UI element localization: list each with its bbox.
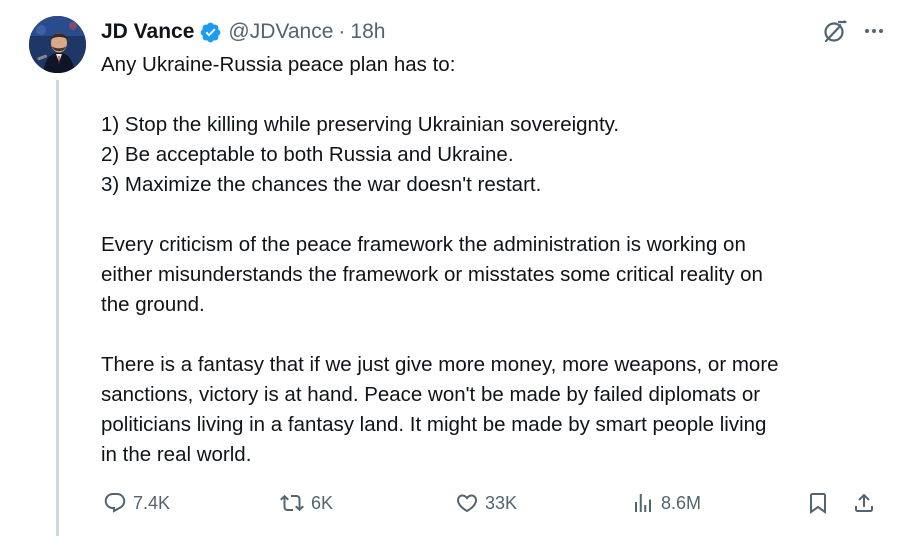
tweet-line: in the real world. [101, 443, 252, 466]
tweet-text: Any Ukraine-Russia peace plan has to: 1)… [101, 50, 881, 470]
action-bar: 7.4K 6K 33K 8.6M [101, 486, 881, 520]
like-count: 33K [485, 492, 518, 513]
grok-icon[interactable] [822, 18, 848, 44]
share-button[interactable] [852, 486, 876, 520]
repost-count: 6K [311, 492, 334, 513]
tweet-line: 1) Stop the killing while preserving Ukr… [101, 113, 620, 136]
tweet-line: sanctions, victory is at hand. Peace won… [101, 383, 761, 406]
tweet-paragraph: There is a fantasy that if we just give … [101, 350, 881, 470]
repost-icon [279, 491, 305, 515]
tweet-paragraph: 1) Stop the killing while preserving Ukr… [101, 110, 881, 200]
tweet-line: the ground. [101, 293, 205, 316]
tweet-line: There is a fantasy that if we just give … [101, 353, 779, 376]
more-icon[interactable] [862, 19, 886, 43]
reply-button[interactable]: 7.4K [103, 486, 170, 520]
author-name[interactable]: JD Vance [101, 17, 194, 47]
tweet-paragraph: Every criticism of the peace framework t… [101, 230, 881, 320]
tweet-line: 3) Maximize the chances the war doesn't … [101, 173, 542, 196]
avatar[interactable] [29, 16, 86, 73]
reply-icon [103, 491, 127, 515]
verified-badge-icon [199, 21, 222, 44]
repost-button[interactable]: 6K [279, 486, 333, 520]
top-right-icons [822, 18, 886, 44]
tweet-header: JD Vance @JDVance · 18h [101, 17, 385, 47]
tweet-line: Any Ukraine-Russia peace plan has to: [101, 53, 456, 76]
tweet-card[interactable]: JD Vance @JDVance · 18h Any Ukraine-Russ… [0, 0, 906, 536]
tweet-paragraph: Any Ukraine-Russia peace plan has to: [101, 50, 881, 80]
thread-line [56, 80, 59, 536]
like-button[interactable]: 33K [455, 486, 517, 520]
tweet-line: politicians living in a fantasy land. It… [101, 413, 767, 436]
like-icon [455, 491, 479, 515]
tweet-timestamp[interactable]: 18h [350, 17, 385, 47]
avatar-image [29, 16, 86, 73]
reply-count: 7.4K [133, 492, 171, 513]
views-count: 8.6M [661, 492, 702, 513]
views-icon [631, 491, 655, 515]
views-button[interactable]: 8.6M [631, 486, 701, 520]
bookmark-button[interactable] [806, 486, 830, 520]
bookmark-icon [806, 491, 830, 515]
tweet-line: either misunderstands the framework or m… [101, 263, 763, 286]
tweet-line: 2) Be acceptable to both Russia and Ukra… [101, 143, 514, 166]
tweet-line: Every criticism of the peace framework t… [101, 233, 746, 256]
author-handle[interactable]: @JDVance [228, 17, 333, 47]
share-icon [852, 491, 876, 515]
separator-dot: · [338, 20, 346, 43]
